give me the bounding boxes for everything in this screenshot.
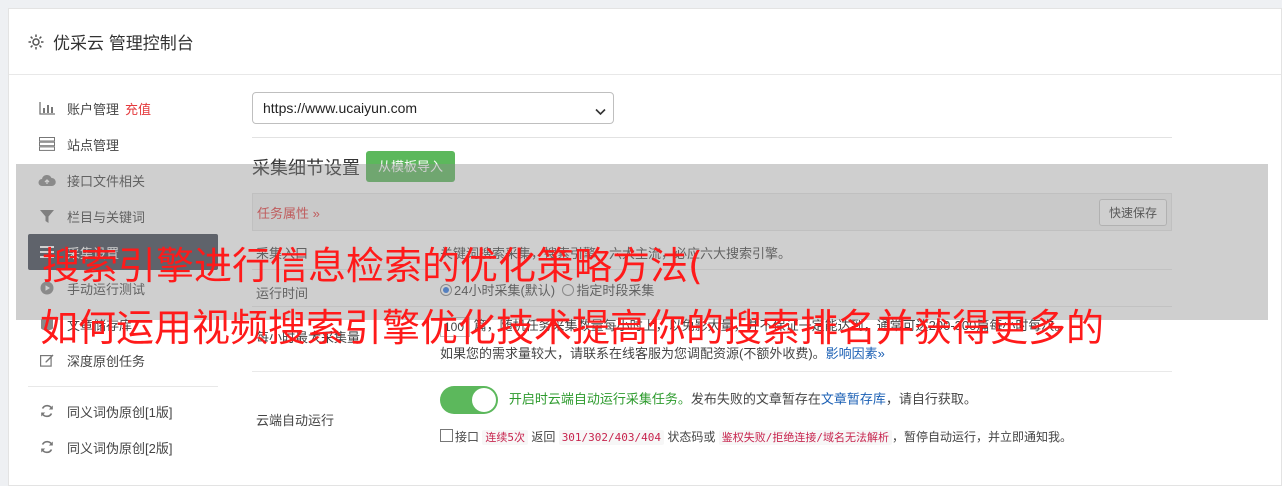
cloud-run-text-c: ，请自行获取。 bbox=[885, 391, 977, 407]
cloud-run-text-f: ，暂停自动运行，并立即通知我。 bbox=[891, 430, 1072, 444]
overlay-caption-line-2: 如何运用视频搜索引擎优化技术提高你的搜索排名并获得更多的 bbox=[40, 306, 1105, 350]
console-header: 优采云 管理控制台 bbox=[9, 9, 1281, 75]
site-select[interactable]: https://www.ucaiyun.com bbox=[252, 92, 614, 124]
cloud-run-text-b: 发布失败的文章暂存在 bbox=[690, 391, 821, 407]
sidebar-item-label: 深度原创任务 bbox=[67, 353, 146, 369]
sidebar-divider bbox=[28, 386, 218, 387]
site-select-value: https://www.ucaiyun.com bbox=[263, 100, 418, 116]
cloud-run-text-e: 状态码或 bbox=[667, 430, 716, 444]
code-badge: 301/302/403/404 bbox=[558, 430, 665, 445]
caption-overlay bbox=[16, 164, 1268, 320]
sidebar-item-label: 同义词伪原创[1版] bbox=[67, 404, 173, 420]
gear-icon bbox=[27, 33, 45, 51]
row-label: 云端自动运行 bbox=[256, 413, 335, 428]
sidebar-item-synonym-v2[interactable]: 同义词伪原创[2版] bbox=[28, 429, 218, 465]
chevron-down-icon bbox=[595, 103, 606, 116]
page-title: 优采云 管理控制台 bbox=[53, 34, 194, 53]
bar-chart-icon bbox=[38, 101, 56, 115]
refresh-icon bbox=[38, 404, 56, 418]
sidebar-item-label: 账户管理 bbox=[67, 101, 120, 117]
code-badge: 连续5次 bbox=[482, 430, 528, 445]
server-icon bbox=[38, 137, 56, 151]
sidebar-item-account[interactable]: 账户管理 充值 bbox=[28, 90, 218, 126]
cloud-run-on-text: 开启时云端自动运行采集任务。 bbox=[508, 391, 691, 407]
row-cloud-run: 云端自动运行 开启时云端自动运行采集任务。发布失败的文章暂存在文章暂存库，请自行… bbox=[252, 372, 1172, 464]
code-badge: 鉴权失败/拒绝连接/域名无法解析 bbox=[718, 430, 892, 445]
cloud-run-text-d: 返回 bbox=[531, 430, 556, 444]
sidebar-item-label: 站点管理 bbox=[67, 137, 120, 153]
article-temp-store-link[interactable]: 文章暂存库 bbox=[821, 391, 886, 406]
recharge-link[interactable]: 充值 bbox=[125, 99, 151, 118]
checkbox-label: 接口 bbox=[455, 430, 480, 444]
sidebar-item-sites[interactable]: 站点管理 bbox=[28, 126, 218, 162]
overlay-caption-line-1: 搜索引擎进行信息检索的优化策略方法( bbox=[42, 244, 703, 288]
toggle-knob bbox=[472, 388, 496, 412]
sidebar-item-label: 同义词伪原创[2版] bbox=[67, 440, 173, 456]
sidebar-item-synonym-v1[interactable]: 同义词伪原创[1版] bbox=[28, 393, 218, 429]
refresh-icon bbox=[38, 440, 56, 454]
edit-icon bbox=[38, 353, 56, 367]
pause-notify-checkbox[interactable] bbox=[440, 429, 453, 442]
cloud-run-toggle[interactable] bbox=[440, 386, 498, 414]
divider bbox=[252, 137, 1172, 138]
row-content: 开启时云端自动运行采集任务。发布失败的文章暂存在文章暂存库，请自行获取。 接口 … bbox=[440, 372, 1172, 445]
